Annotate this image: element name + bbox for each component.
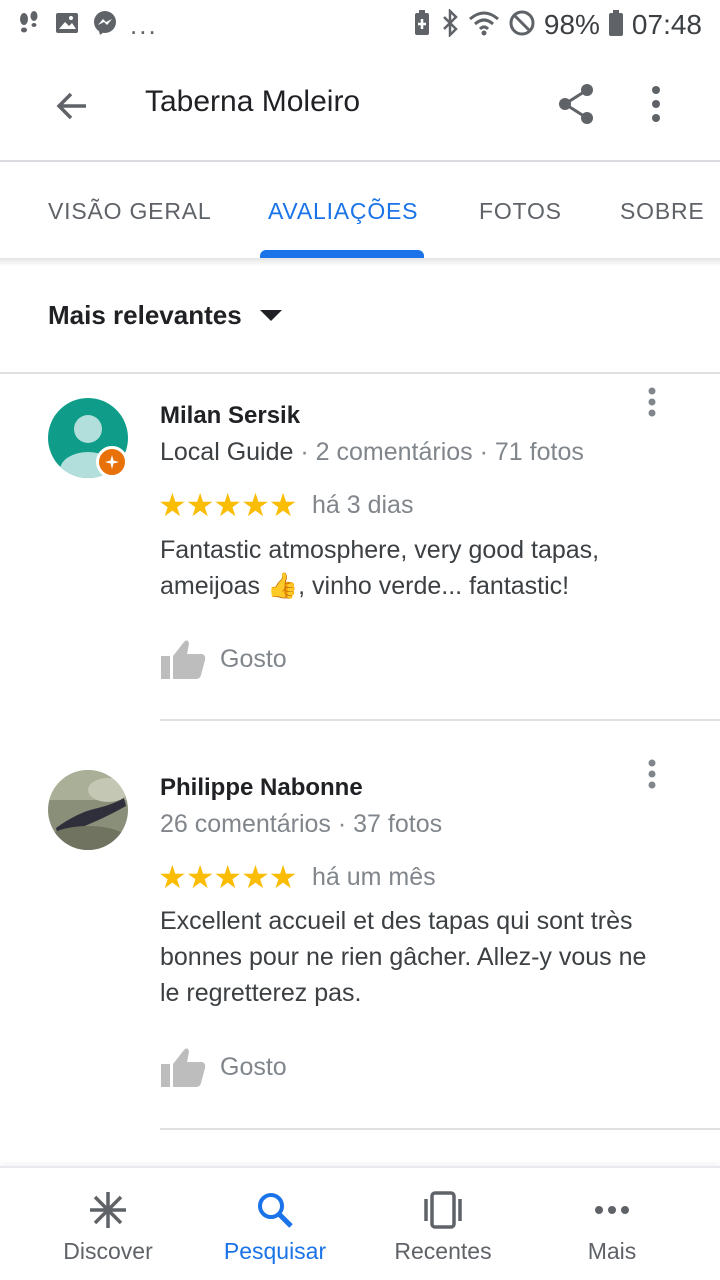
tab-photos[interactable]: FOTOS <box>479 198 562 225</box>
review-text-line: ameijoas 👍, vinho verde... fantastic! <box>160 568 690 604</box>
reviewer-name[interactable]: Milan Sersik <box>160 402 300 430</box>
review-date: há 3 dias <box>312 491 414 519</box>
nav-label: Recentes <box>394 1238 492 1264</box>
wifi-icon <box>468 9 500 42</box>
review-text-line: bonnes pour ne rien gâcher. Allez-y vous… <box>160 943 647 971</box>
nav-search[interactable]: Pesquisar <box>185 1168 365 1280</box>
back-button[interactable] <box>46 80 98 132</box>
review-text-part: , vinho verde... fantastic! <box>298 572 570 600</box>
more-horizontal-icon <box>594 1190 630 1230</box>
local-guide-label: Local Guide <box>160 438 294 466</box>
more-vertical-icon <box>648 759 656 789</box>
reviewer-stats: 2 comentários · 71 fotos <box>315 438 584 466</box>
sort-dropdown[interactable]: Mais relevantes <box>48 300 282 331</box>
review-menu-button[interactable] <box>636 754 668 794</box>
review-text-line: Fantastic atmosphere, very good tapas, <box>160 536 600 564</box>
battery-saver-icon <box>412 9 432 42</box>
review-divider <box>160 1128 720 1130</box>
thumb-up-icon <box>161 1048 206 1087</box>
dropdown-arrow-icon <box>259 309 282 321</box>
like-label: Gosto <box>220 644 287 673</box>
review-text-line: le regretterez pas. <box>160 979 362 1007</box>
review-divider <box>160 719 720 721</box>
thumb-up-icon <box>161 640 206 679</box>
tab-bar: VISÃO GERAL AVALIAÇÕES FOTOS SOBRE <box>0 162 720 258</box>
review-text-part: ameijoas <box>160 572 267 600</box>
arrow-back-icon <box>56 92 86 120</box>
like-label: Gosto <box>220 1052 287 1081</box>
nav-label: Discover <box>63 1238 153 1264</box>
status-bar-system: 98% 07:48 <box>412 7 702 42</box>
tab-about[interactable]: SOBRE <box>620 198 705 225</box>
recents-icon <box>422 1190 464 1230</box>
sort-divider <box>0 372 720 374</box>
bottom-navigation: Discover Pesquisar Recentes Mais <box>0 1166 720 1280</box>
share-icon <box>559 84 593 124</box>
reviewer-stats: 26 comentários · 37 fotos <box>160 810 443 838</box>
nav-recents[interactable]: Recentes <box>353 1168 533 1280</box>
review-text: Fantastic atmosphere, very good tapas, a… <box>160 532 690 604</box>
sort-label: Mais relevantes <box>48 300 242 330</box>
active-tab-indicator <box>260 250 424 258</box>
review-text: Excellent accueil et des tapas qui sont … <box>160 903 690 1011</box>
star-rating: ★★★★★ <box>158 487 297 523</box>
reviewer-meta: Local Guide · 2 comentários · 71 fotos <box>160 438 584 467</box>
nav-discover[interactable]: Discover <box>18 1168 198 1280</box>
tab-reviews[interactable]: AVALIAÇÕES <box>268 198 418 225</box>
overflow-menu-button[interactable] <box>636 78 676 130</box>
review-text-line: Excellent accueil et des tapas qui sont … <box>160 907 633 935</box>
footsteps-icon <box>16 10 42 41</box>
nav-label: Pesquisar <box>223 1238 327 1264</box>
reviewer-name[interactable]: Philippe Nabonne <box>160 774 363 802</box>
nav-label: Mais <box>587 1238 637 1264</box>
status-bar: ... 98% 07:48 <box>0 0 720 50</box>
battery-percentage: 98% <box>543 9 600 40</box>
clock: 07:48 <box>631 9 702 40</box>
thumbs-up-emoji: 👍 <box>267 572 299 600</box>
image-icon <box>54 10 80 41</box>
review-menu-button[interactable] <box>636 382 668 422</box>
search-icon <box>255 1190 295 1230</box>
messenger-icon <box>92 10 118 41</box>
avatar[interactable] <box>48 770 128 850</box>
user-photo-avatar <box>48 770 128 850</box>
battery-icon <box>608 9 624 42</box>
app-bar: Taberna Moleiro <box>0 50 720 160</box>
more-notifications-icon: ... <box>130 9 158 40</box>
place-title: Taberna Moleiro <box>145 85 361 118</box>
tab-overview[interactable]: VISÃO GERAL <box>48 198 211 225</box>
status-bar-notifications: ... <box>16 10 158 41</box>
tabs-shadow <box>0 258 720 266</box>
more-vertical-icon <box>652 86 660 122</box>
like-button[interactable]: Gosto <box>160 1046 287 1088</box>
bluetooth-icon <box>440 7 460 42</box>
asterisk-icon <box>88 1190 128 1230</box>
star-rating: ★★★★★ <box>158 859 297 895</box>
share-button[interactable] <box>552 78 600 130</box>
more-vertical-icon <box>648 387 656 417</box>
do-not-disturb-icon <box>508 9 536 42</box>
like-button[interactable]: Gosto <box>160 638 287 680</box>
meta-separator: · <box>293 438 316 466</box>
local-guide-badge-icon <box>96 446 128 478</box>
review-date: há um mês <box>312 863 436 891</box>
nav-more[interactable]: Mais <box>522 1168 702 1280</box>
